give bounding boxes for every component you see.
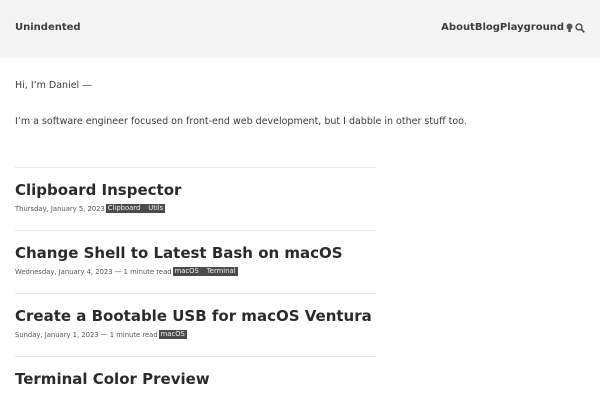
post-meta: Sunday, January 1, 2023 — 1 minute read … <box>15 330 187 339</box>
post-item: Create a Bootable USB for macOS Ventura … <box>15 293 376 356</box>
intro-greeting: Hi, I’m Daniel — <box>15 80 92 91</box>
post-title-link[interactable]: Change Shell to Latest Bash on macOS <box>15 244 343 262</box>
post-title-link[interactable]: Create a Bootable USB for macOS Ventura <box>15 307 372 325</box>
post-tags: macOS Terminal <box>172 267 238 276</box>
tag-link[interactable]: Utils <box>146 204 166 213</box>
search-icon[interactable] <box>575 22 585 33</box>
tag-link[interactable]: macOS <box>158 330 187 339</box>
post-tags: macOS <box>158 330 187 339</box>
post-meta: Thursday, January 5, 2023 Clipboard Util… <box>15 204 166 213</box>
nav-playground-link[interactable]: Playground <box>500 22 564 33</box>
site-title-link[interactable]: Unindented <box>15 22 81 33</box>
post-meta: Wednesday, January 4, 2023 — 1 minute re… <box>15 267 238 276</box>
post-title-link[interactable]: Terminal Color Preview <box>15 370 210 388</box>
tag-link[interactable]: Terminal <box>204 267 238 276</box>
post-item: Clipboard Inspector Thursday, January 5,… <box>15 167 376 230</box>
post-tags: Clipboard Utils <box>105 204 166 213</box>
nav-blog-link[interactable]: Blog <box>475 22 500 33</box>
post-item: Change Shell to Latest Bash on macOS Wed… <box>15 230 376 293</box>
intro-bio: I’m a software engineer focused on front… <box>15 116 467 127</box>
site-header: Unindented About Blog Playground <box>0 0 600 58</box>
post-date: Thursday, January 5, 2023 <box>15 204 105 213</box>
post-item: Terminal Color Preview <box>15 356 376 419</box>
tag-link[interactable]: Clipboard <box>105 204 143 213</box>
post-title-link[interactable]: Clipboard Inspector <box>15 181 181 199</box>
tag-link[interactable]: macOS <box>172 267 201 276</box>
post-date: Wednesday, January 4, 2023 — 1 minute re… <box>15 267 172 276</box>
post-date: Sunday, January 1, 2023 — 1 minute read <box>15 330 158 339</box>
lightbulb-icon[interactable] <box>566 23 573 33</box>
nav-about-link[interactable]: About <box>441 22 475 33</box>
main-nav: About Blog Playground <box>441 22 585 33</box>
post-list: Clipboard Inspector Thursday, January 5,… <box>15 167 376 419</box>
